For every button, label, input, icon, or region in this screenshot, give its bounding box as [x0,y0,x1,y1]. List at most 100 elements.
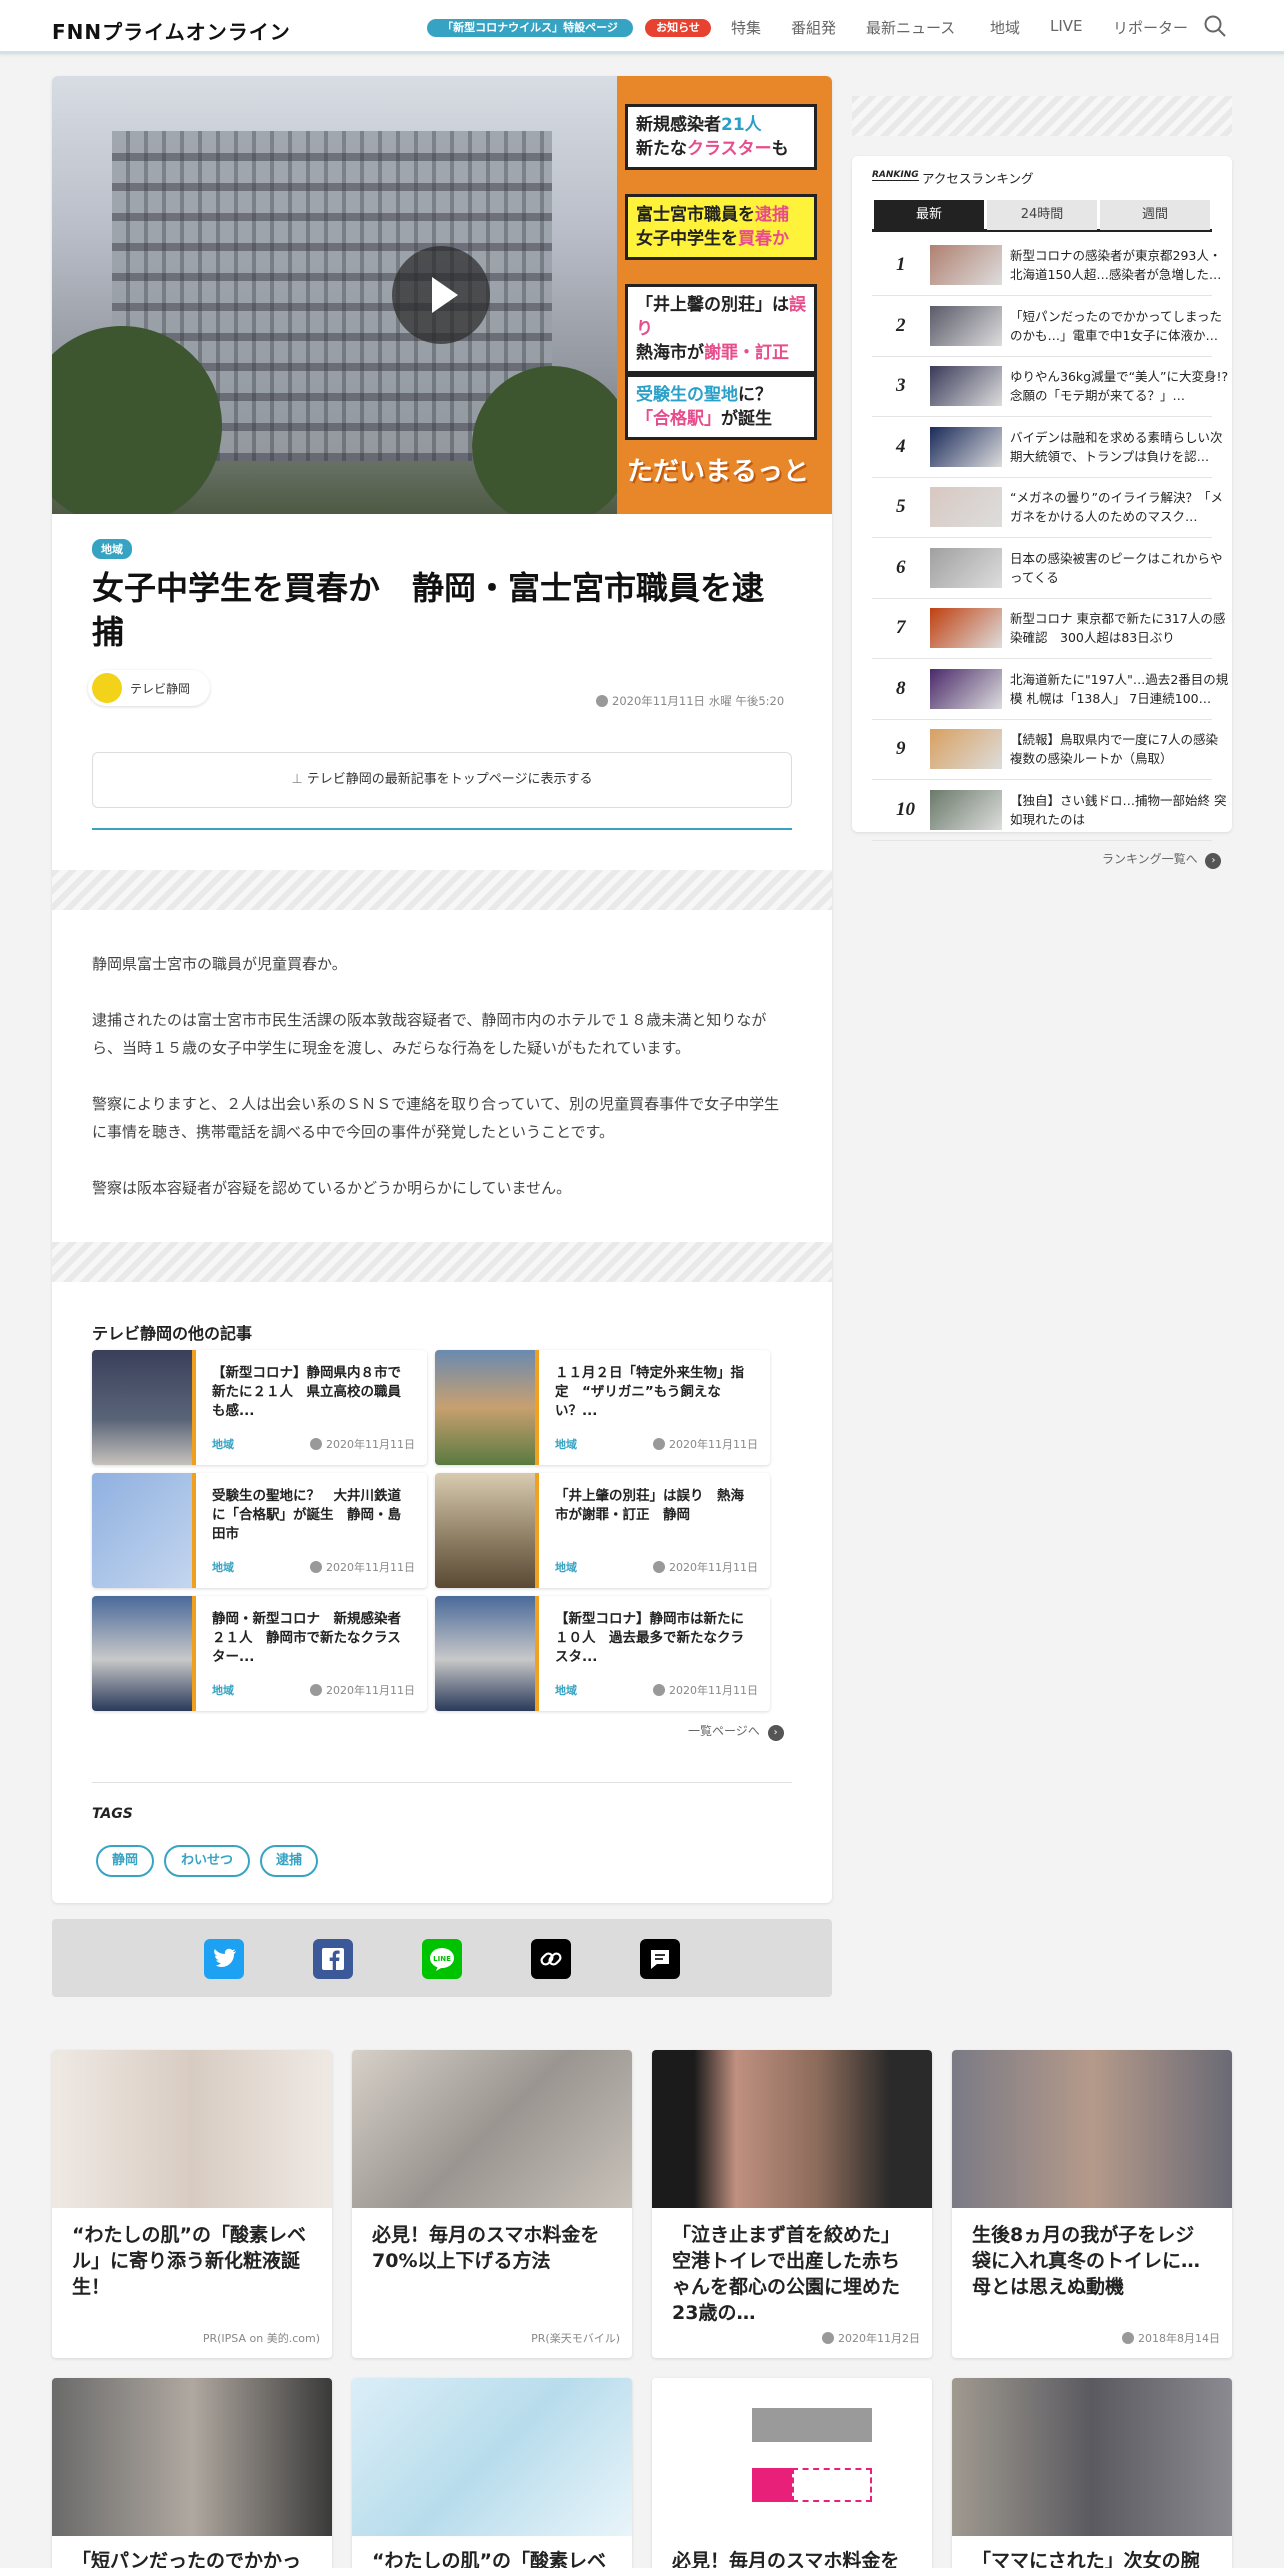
related-article-card[interactable]: 【新型コロナ】静岡県内８市で新たに２１人 県立高校の職員も感... 地域 202… [92,1350,427,1465]
related-title: 静岡・新型コロナ 新規感染者２１人 静岡市で新たなクラスター... [212,1611,401,1665]
tag-link[interactable]: 逮捕 [260,1845,318,1877]
source-avatar [92,673,122,703]
ranking-number: 5 [896,496,906,517]
recommend-card[interactable]: 「泣き止まず首を絞めた」空港トイレで出産した赤ちゃんを都心の公園に埋めた23歳の… [652,2050,932,2358]
nav-region[interactable]: 地域 [990,17,1020,38]
caption-text: 熱海市が [636,343,704,363]
facebook-share-button[interactable] [313,1939,353,1979]
related-category: 地域 [555,1438,577,1451]
ranking-thumbnail [930,245,1002,285]
related-article-card[interactable]: 「井上肇の別荘」は誤り 熱海市が謝罪・訂正 静岡 地域 2020年11月11日 [435,1473,770,1588]
recommend-image [652,2050,932,2208]
related-thumbnail [92,1350,192,1465]
nav-feature[interactable]: 特集 [731,17,761,38]
tab-latest[interactable]: 最新 [874,200,984,230]
related-category: 地域 [555,1684,577,1697]
article-paragraph: 静岡県富士宮市の職員が児童買春か。 [92,955,347,973]
site-logo[interactable]: FNNプライムオンライン [52,16,291,45]
ad-placeholder [52,870,832,910]
recommend-card[interactable]: “わたしの肌”の「酸素レベル」に寄り添う新化粧液誕生！ PR(IPSA on 美… [52,2050,332,2358]
clock-icon [596,695,608,707]
ranking-item[interactable]: 7 新型コロナ 東京都で新たに317人の感染確認 300人超は83日ぶり [872,599,1225,659]
ranking-item[interactable]: 2 「短パンだったのでかかってしまったのかも…」電車で中1女子に体液か… [872,297,1222,357]
twitter-share-button[interactable] [204,1939,244,1979]
clock-icon [653,1438,665,1450]
line-icon: LINE [430,1948,454,1971]
ranking-number: 4 [896,435,906,457]
tab-24h[interactable]: 24時間 [987,200,1097,230]
hero-caption-2: 富士宮市職員を逮捕 女子中学生を買春か [625,194,817,260]
ranking-item[interactable]: 10 【独自】さい銭ドロ…捕物一部始終 突如現れたのは [872,781,1226,841]
caption-text: が誕生 [721,409,772,429]
accent-bar [535,1350,539,1465]
recommend-title: 「短パンだったのでかかっ [72,2550,301,2568]
search-icon[interactable] [1203,14,1227,38]
recommend-image [52,2378,332,2536]
covid-special-link[interactable]: 「新型コロナウイルス」特設ページ [427,19,633,37]
related-date-text: 2020年11月11日 [326,1684,415,1697]
recommend-meta: 2020年11月2日 [822,2330,920,2346]
ranking-item[interactable]: 1 新型コロナの感染者が東京都293人・北海道150人超…感染者が急増した… [872,236,1221,296]
ranking-item[interactable]: 5 “メガネの曇り”のイライラ解決？「メガネをかける人のためのマスク… [872,478,1223,538]
ranking-item[interactable]: 6 日本の感染被害のピークはこれからやってくる [872,539,1223,599]
related-article-card[interactable]: 静岡・新型コロナ 新規感染者２１人 静岡市で新たなクラスター... 地域 202… [92,1596,427,1711]
caption-highlight: 買春か [738,229,789,249]
ranking-thumbnail [930,668,1002,709]
related-article-card[interactable]: 【新型コロナ】静岡市は新たに１０人 過去最多で新たなクラスタ... 地域 202… [435,1596,770,1711]
ranking-number: 10 [896,798,915,820]
tab-weekly[interactable]: 週間 [1100,200,1210,230]
caption-highlight: 謝罪・訂正 [704,343,789,363]
nav-reporter[interactable]: リポーター [1113,17,1188,38]
recommend-title: “わたしの肌”の「酸素レベル」に寄り添う新化粧液誕生！ [72,2224,306,2298]
recommend-card[interactable]: 生後8ヵ月の我が子をレジ袋に入れ真冬のトイレに…母とは思えぬ動機 2018年8月… [952,2050,1232,2358]
copy-link-button[interactable] [531,1939,571,1979]
hero-caption-3: 「井上馨の別荘」は誤り 熱海市が謝罪・訂正 [625,284,817,374]
article-paragraph: 警察によりますと、２人は出会い系のＳＮＳで連絡を取り合っていて、別の児童買春事件… [92,1095,780,1141]
caption-highlight: 「合格駅」 [636,409,721,429]
related-thumbnail [435,1473,535,1588]
related-article-card[interactable]: １１月２日「特定外来生物」指定 “ザリガニ”もう飼えない？... 地域 2020… [435,1350,770,1465]
recommend-card[interactable]: 「短パンだったのでかかっ [52,2378,332,2568]
video-thumbnail[interactable]: 新規感染者21人 新たなクラスターも 富士宮市職員を逮捕 女子中学生を買春か 「… [52,76,832,514]
comment-button[interactable] [640,1939,680,1979]
ranking-logo: RANKING [872,170,919,181]
line-share-button[interactable]: LINE [422,1939,462,1979]
recommend-title: 「ママにされた」次女の腕 [972,2550,1200,2568]
ranking-number: 1 [896,254,906,275]
related-more-link[interactable]: 一覧ページへ › [688,1722,784,1741]
source-chip[interactable]: テレビ静岡 [88,670,210,706]
tag-link[interactable]: わいせつ [164,1845,250,1877]
recommend-title: 「泣き止まず首を絞めた」空港トイレで出産した赤ちゃんを都心の公園に埋めた23歳の… [672,2224,901,2324]
recommend-card[interactable]: 「ママにされた」次女の腕 [952,2378,1232,2568]
notice-link[interactable]: お知らせ [645,19,711,37]
category-tag[interactable]: 地域 [92,539,132,559]
ranking-item[interactable]: 4 バイデンは融和を求める素晴らしい次期大統領で、トランプは負けを認… [872,418,1223,478]
recommend-card[interactable]: “わたしの肌”の「酸素レベ [352,2378,632,2568]
ranking-item[interactable]: 3 ゆりやん36kg減量で“美人”に大変身!? 念願の「モテ期が来てる？」… [872,357,1228,417]
caption-text: を [721,229,738,249]
caption-highlight: 21人 [721,115,762,135]
article-paragraph: 警察は阪本容疑者が容疑を認めているかどうか明らかにしていません。 [92,1179,572,1197]
nav-live[interactable]: LIVE [1050,17,1083,35]
recommend-card[interactable]: 必見！毎月のスマホ料金を70%以上下げる方法 PR(楽天モバイル) [352,2050,632,2358]
pin-source-button[interactable]: ⊥ テレビ静岡の最新記事をトップページに表示する [92,752,792,808]
ranking-more-link[interactable]: ランキング一覧へ › [1102,850,1222,869]
ranking-item[interactable]: 8 北海道新たに"197人"…過去2番目の規模 札幌は「138人」 7日連続100… [872,660,1228,720]
recommend-image [52,2050,332,2208]
article-body: 静岡県富士宮市の職員が児童買春か。 逮捕されたのは富士宮市市民生活課の阪本敦哉容… [92,950,792,1230]
recommend-card[interactable]: 必見！毎月のスマホ料金を [652,2378,932,2568]
ranking-title: ゆりやん36kg減量で“美人”に大変身!? 念願の「モテ期が来てる？」… [1010,369,1229,403]
play-button[interactable] [392,246,490,344]
caption-text: に？ [738,385,772,405]
ranking-item[interactable]: 9 【続報】鳥取県内で一度に7人の感染 複数の感染ルートか（鳥取） [872,720,1230,780]
link-icon [540,1952,562,1966]
nav-program[interactable]: 番組発 [791,17,836,38]
ranking-title: “メガネの曇り”のイライラ解決？「メガネをかける人のためのマスク… [1010,490,1223,524]
ranking-more-label: ランキング一覧へ [1102,852,1198,866]
recommend-image [952,2378,1232,2536]
related-title: 【新型コロナ】静岡市は新たに１０人 過去最多で新たなクラスタ... [555,1611,744,1665]
related-article-card[interactable]: 受験生の聖地に？ 大井川鉄道に「合格駅」が誕生 静岡・島田市 地域 2020年1… [92,1473,427,1588]
tag-link[interactable]: 静岡 [96,1845,154,1877]
related-thumbnail [435,1350,535,1465]
nav-latest-news[interactable]: 最新ニュース [866,17,955,38]
